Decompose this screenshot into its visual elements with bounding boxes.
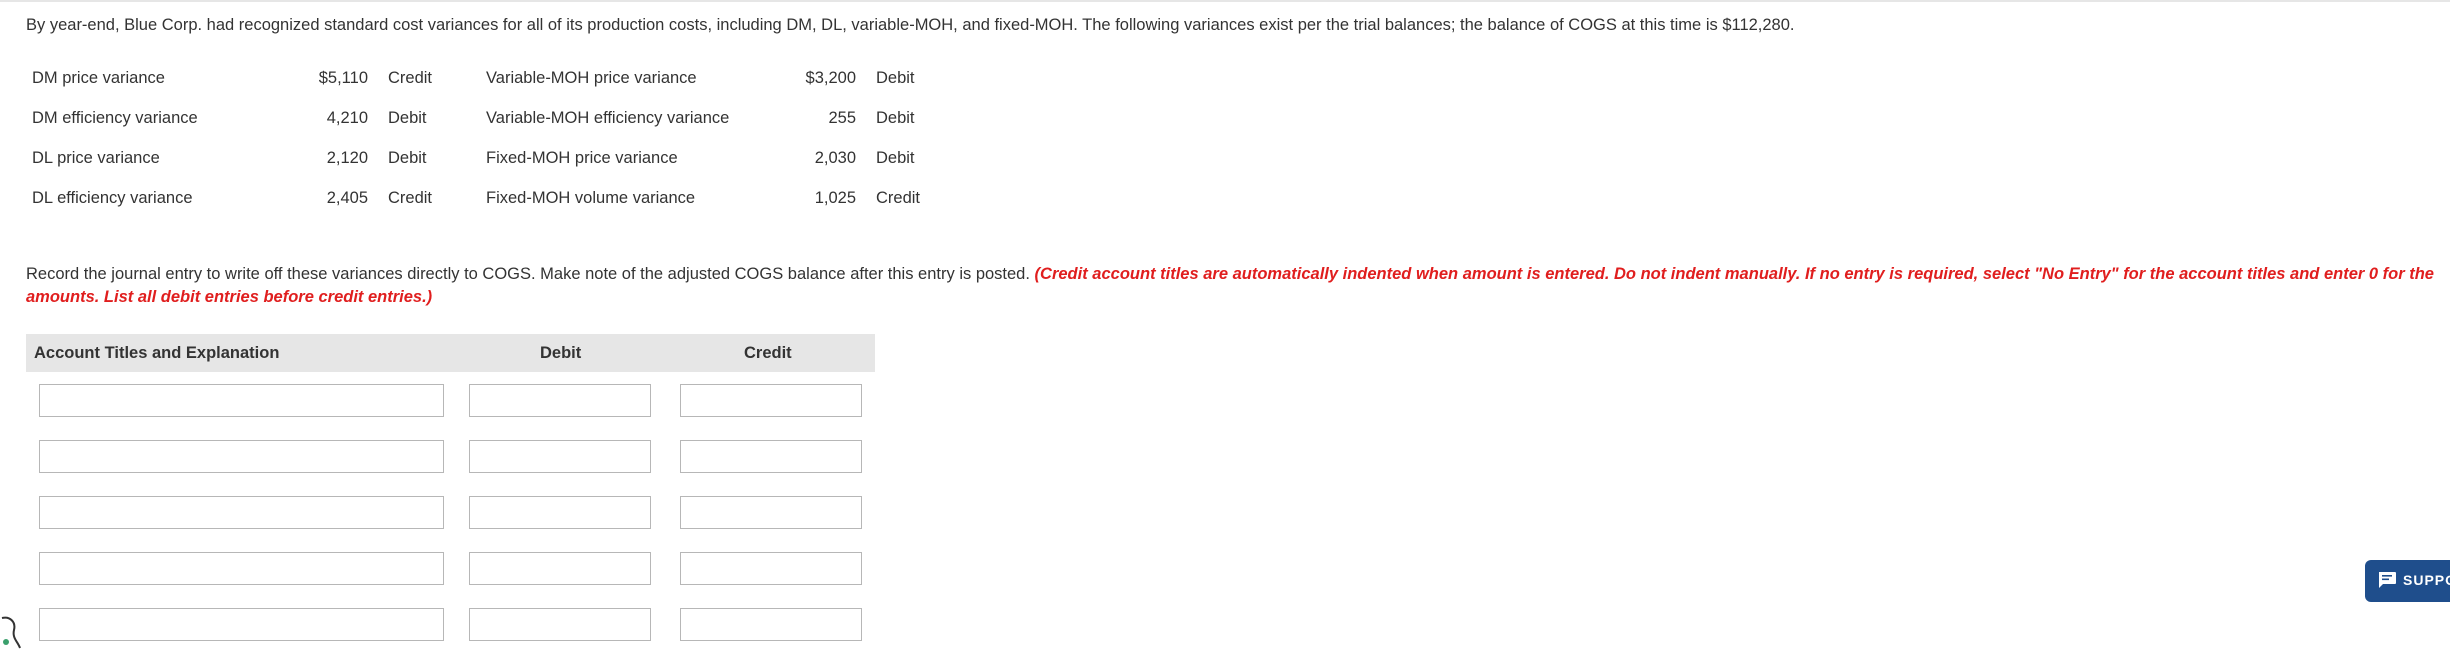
debit-input[interactable] xyxy=(469,496,651,529)
variance-amount: 255 xyxy=(828,108,856,127)
variance-side: Debit xyxy=(876,108,915,127)
credit-input[interactable] xyxy=(680,496,862,529)
variance-amount: $3,200 xyxy=(805,68,856,87)
variance-label: Variable-MOH efficiency variance xyxy=(486,108,730,127)
variance-amount: 4,210 xyxy=(326,108,368,127)
account-title-input[interactable] xyxy=(39,496,444,529)
journal-row xyxy=(26,540,875,596)
support-button[interactable]: SUPPORT xyxy=(2365,560,2450,602)
variance-side: Credit xyxy=(388,188,433,207)
instructions: Record the journal entry to write off th… xyxy=(26,263,2446,309)
debit-input[interactable] xyxy=(469,552,651,585)
journal-row xyxy=(26,372,875,428)
journal-row xyxy=(26,596,875,652)
variance-side: Credit xyxy=(876,188,921,207)
top-divider xyxy=(0,0,2450,2)
variance-row: DL price variance 2,120 Debit Fixed-MOH … xyxy=(24,138,920,178)
variance-label: Variable-MOH price variance xyxy=(486,68,697,87)
credit-input[interactable] xyxy=(680,384,862,417)
variance-row: DL efficiency variance 2,405 Credit Fixe… xyxy=(24,178,920,218)
variance-amount: $5,110 xyxy=(318,68,368,87)
variance-label: DL efficiency variance xyxy=(32,188,193,207)
journal-row xyxy=(26,428,875,484)
variance-label: Fixed-MOH price variance xyxy=(486,148,678,167)
variance-label: DM efficiency variance xyxy=(32,108,198,127)
accessibility-widget-icon[interactable] xyxy=(0,612,24,652)
variance-side: Debit xyxy=(876,68,915,87)
variance-side: Debit xyxy=(388,108,427,127)
variance-side: Credit xyxy=(388,68,433,87)
account-title-input[interactable] xyxy=(39,440,444,473)
account-title-input[interactable] xyxy=(39,608,444,641)
account-title-input[interactable] xyxy=(39,552,444,585)
variance-amount: 1,025 xyxy=(814,188,856,207)
debit-input[interactable] xyxy=(469,608,651,641)
credit-input[interactable] xyxy=(680,608,862,641)
variance-row: DM price variance $5,110 Credit Variable… xyxy=(24,58,920,98)
variance-row: DM efficiency variance 4,210 Debit Varia… xyxy=(24,98,920,138)
variance-amount: 2,405 xyxy=(326,188,368,207)
variance-side: Debit xyxy=(876,148,915,167)
variance-amount: 2,030 xyxy=(814,148,856,167)
support-label: SUPPORT xyxy=(2403,572,2450,588)
variance-label: DM price variance xyxy=(32,68,165,87)
journal-header: Account Titles and Explanation Debit Cre… xyxy=(26,334,875,372)
journal-row xyxy=(26,484,875,540)
header-debit: Debit xyxy=(540,344,582,362)
credit-input[interactable] xyxy=(680,552,862,585)
variance-label: Fixed-MOH volume variance xyxy=(486,188,696,207)
variance-amount: 2,120 xyxy=(326,148,368,167)
variance-label: DL price variance xyxy=(32,148,160,167)
chat-icon xyxy=(2379,572,2396,588)
debit-input[interactable] xyxy=(469,384,651,417)
instructions-text: Record the journal entry to write off th… xyxy=(26,265,1030,283)
header-credit: Credit xyxy=(744,344,792,362)
account-title-input[interactable] xyxy=(39,384,444,417)
credit-input[interactable] xyxy=(680,440,862,473)
variance-side: Debit xyxy=(388,148,427,167)
header-account-titles: Account Titles and Explanation xyxy=(34,344,280,362)
journal-entry-table: Account Titles and Explanation Debit Cre… xyxy=(26,334,875,652)
variance-table: DM price variance $5,110 Credit Variable… xyxy=(24,58,920,218)
problem-intro: By year-end, Blue Corp. had recognized s… xyxy=(26,16,1795,34)
debit-input[interactable] xyxy=(469,440,651,473)
